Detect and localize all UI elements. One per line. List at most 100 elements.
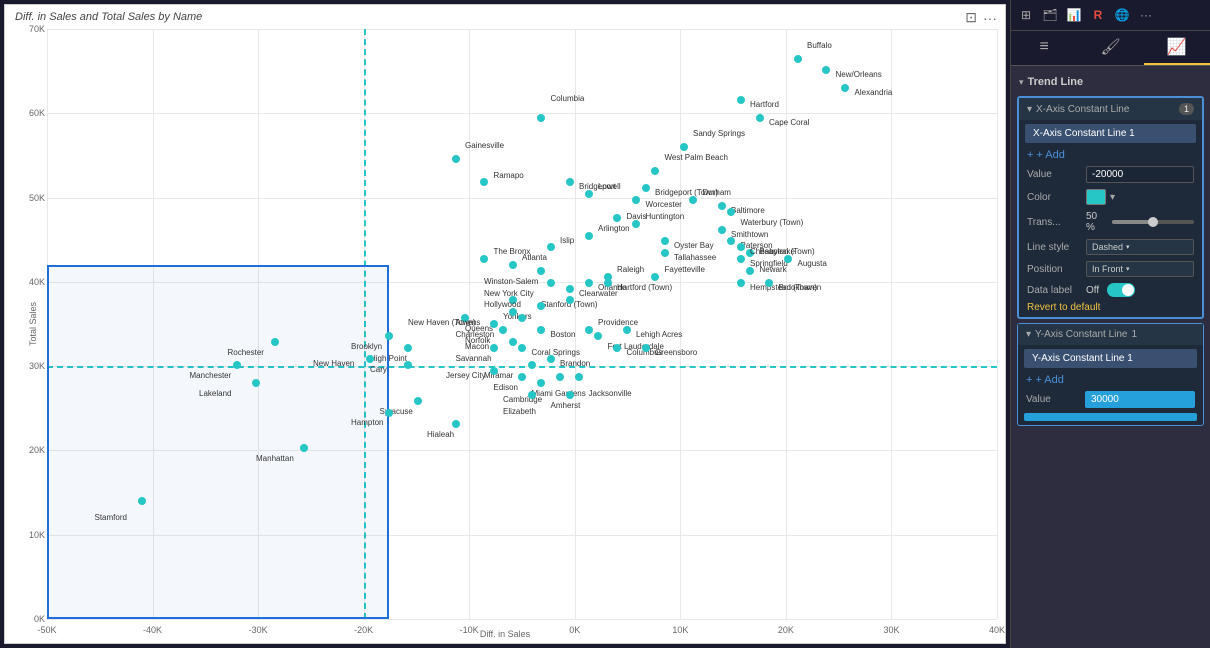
toolbar-icon-3[interactable]: 📊: [1063, 4, 1085, 26]
grid-h-40k: [47, 282, 997, 283]
toolbar-top: ⊞ 🗂 📊 R 🌐 ···: [1011, 0, 1210, 31]
data-label-row: Data label Off: [1019, 280, 1202, 300]
label-charleston: Charleston: [456, 330, 495, 339]
y-add-icon: +: [1026, 374, 1032, 386]
dot-waterbury-town: [727, 208, 735, 216]
dot-babylon-town: [746, 249, 754, 257]
revert-button[interactable]: Revert to default: [1019, 300, 1108, 317]
line-style-value: Dashed: [1092, 242, 1123, 252]
x-axis-constant-line-name[interactable]: X-Axis Constant Line 1: [1025, 124, 1196, 143]
trend-line-header[interactable]: ▾ Trend Line: [1011, 72, 1210, 92]
label-smithtown: Smithtown: [731, 230, 768, 239]
value-input[interactable]: [1086, 166, 1194, 183]
x-label-20k: 20K: [778, 625, 794, 637]
dot-amherst: [566, 391, 574, 399]
dot-miami-gardens: [556, 373, 564, 381]
x-constant-line: [364, 29, 366, 619]
grid-h-50k: [47, 198, 997, 199]
dot-hempstead-town: [737, 279, 745, 287]
dot-orlando: [585, 279, 593, 287]
label-cambridge: Cambridge: [503, 395, 542, 404]
color-swatch[interactable]: [1086, 189, 1106, 205]
y-label-50k: 50K: [29, 193, 47, 203]
dot-stanford-town: [566, 285, 574, 293]
label-new-orleans: New/Orleans: [836, 70, 882, 79]
transparency-slider[interactable]: [1112, 220, 1194, 224]
grid-h-10k: [47, 535, 997, 536]
x-axis-constant-line-section: ▾ X-Axis Constant Line 1 X-Axis Constant…: [1017, 96, 1204, 319]
toolbar-icon-5[interactable]: 🌐: [1111, 4, 1133, 26]
y-label-70k: 70K: [29, 24, 47, 34]
label-bridgeport-town: Bridgeport (Town): [655, 188, 718, 197]
selection-box: [47, 265, 389, 619]
chart-top-controls: ⊡ ···: [965, 9, 997, 26]
grid-v-50k: [47, 29, 48, 619]
tab-format[interactable]: ≡: [1011, 31, 1077, 65]
dot-rochester: [271, 338, 279, 346]
dot-sandy-springs: [680, 143, 688, 151]
toolbar-icon-2[interactable]: 🗂: [1039, 4, 1061, 26]
label-greensboro: Greensboro: [655, 348, 697, 357]
y-axis-add-button[interactable]: + + Add: [1018, 372, 1072, 388]
x-axis-section-header[interactable]: ▾ X-Axis Constant Line 1: [1019, 98, 1202, 120]
dot-columbia: [537, 114, 545, 122]
label-hampton: Hampton: [351, 418, 383, 427]
more-options-button[interactable]: ···: [983, 10, 997, 26]
toolbar-icon-ellipsis[interactable]: ···: [1135, 4, 1157, 26]
dot-bronx: [480, 255, 488, 263]
transparency-row: Trans... 50 %: [1019, 208, 1202, 236]
dot-macon: [509, 338, 517, 346]
x-axis-add-button[interactable]: + + Add: [1019, 147, 1073, 163]
x-label-0k: 0K: [569, 625, 580, 637]
label-baltimore: Baltimore: [731, 206, 765, 215]
label-gainesville: Gainesville: [465, 141, 504, 150]
dot-alexandria: [841, 84, 849, 92]
label-savannah: Savannah: [456, 354, 492, 363]
tab-paint[interactable]: 🖌: [1077, 31, 1143, 65]
panel-tabs: ≡ 🖌 📈: [1011, 31, 1210, 66]
expand-button[interactable]: ⊡: [965, 9, 977, 26]
label-ramapo: Ramapo: [494, 171, 524, 180]
y-label-0k: 0K: [34, 614, 47, 624]
toolbar-icon-1[interactable]: ⊞: [1015, 4, 1037, 26]
tab-chart[interactable]: 📈: [1144, 31, 1210, 65]
grid-h-20k: [47, 450, 997, 451]
dot-islip: [547, 243, 555, 251]
position-dropdown[interactable]: In Front ▾: [1086, 261, 1194, 277]
x-label-40k: 40K: [989, 625, 1005, 637]
label-brookhaven: Brookhaven: [779, 283, 822, 292]
color-row: Color ▾: [1019, 186, 1202, 208]
x-axis-title: Diff. in Sales: [480, 629, 530, 639]
dot-bridgeport-town: [642, 184, 650, 192]
dot-atlanta: [509, 261, 517, 269]
label-columbia: Columbia: [551, 94, 585, 103]
color-dropdown-arrow[interactable]: ▾: [1110, 192, 1115, 203]
dot-worcester: [632, 196, 640, 204]
y-value-input[interactable]: [1085, 391, 1195, 408]
dot-chesapeake: [737, 243, 745, 251]
trend-line-title: Trend Line: [1028, 76, 1084, 88]
dot-durham: [689, 196, 697, 204]
data-label-toggle[interactable]: [1107, 283, 1135, 297]
label-buffalo: Buffalo: [807, 41, 832, 50]
label-newark: Newark: [760, 265, 787, 274]
dot-lakeland: [252, 379, 260, 387]
x-axis-section-chevron: ▾: [1027, 104, 1032, 115]
dot-norfolk: [499, 326, 507, 334]
dot-coral-springs: [518, 344, 526, 352]
dot-fort-lauderdale: [594, 332, 602, 340]
add-icon: +: [1027, 149, 1033, 161]
line-style-dropdown[interactable]: Dashed ▾: [1086, 239, 1194, 255]
dot-athens: [509, 308, 517, 316]
dot-ramapo: [480, 178, 488, 186]
label-raleigh: Raleigh: [617, 265, 644, 274]
toolbar-icon-4[interactable]: R: [1087, 4, 1109, 26]
grid-v-20k-pos: [786, 29, 787, 619]
y-label-40k: 40K: [29, 277, 47, 287]
y-axis-section-header[interactable]: ▾ Y-Axis Constant Line 1: [1018, 324, 1203, 345]
dot-hartford-town: [604, 279, 612, 287]
y-axis-constant-line-name[interactable]: Y-Axis Constant Line 1: [1024, 349, 1197, 368]
dot-buffalo: [794, 55, 802, 63]
grid-v-10k-pos: [680, 29, 681, 619]
y-label-60k: 60K: [29, 108, 47, 118]
